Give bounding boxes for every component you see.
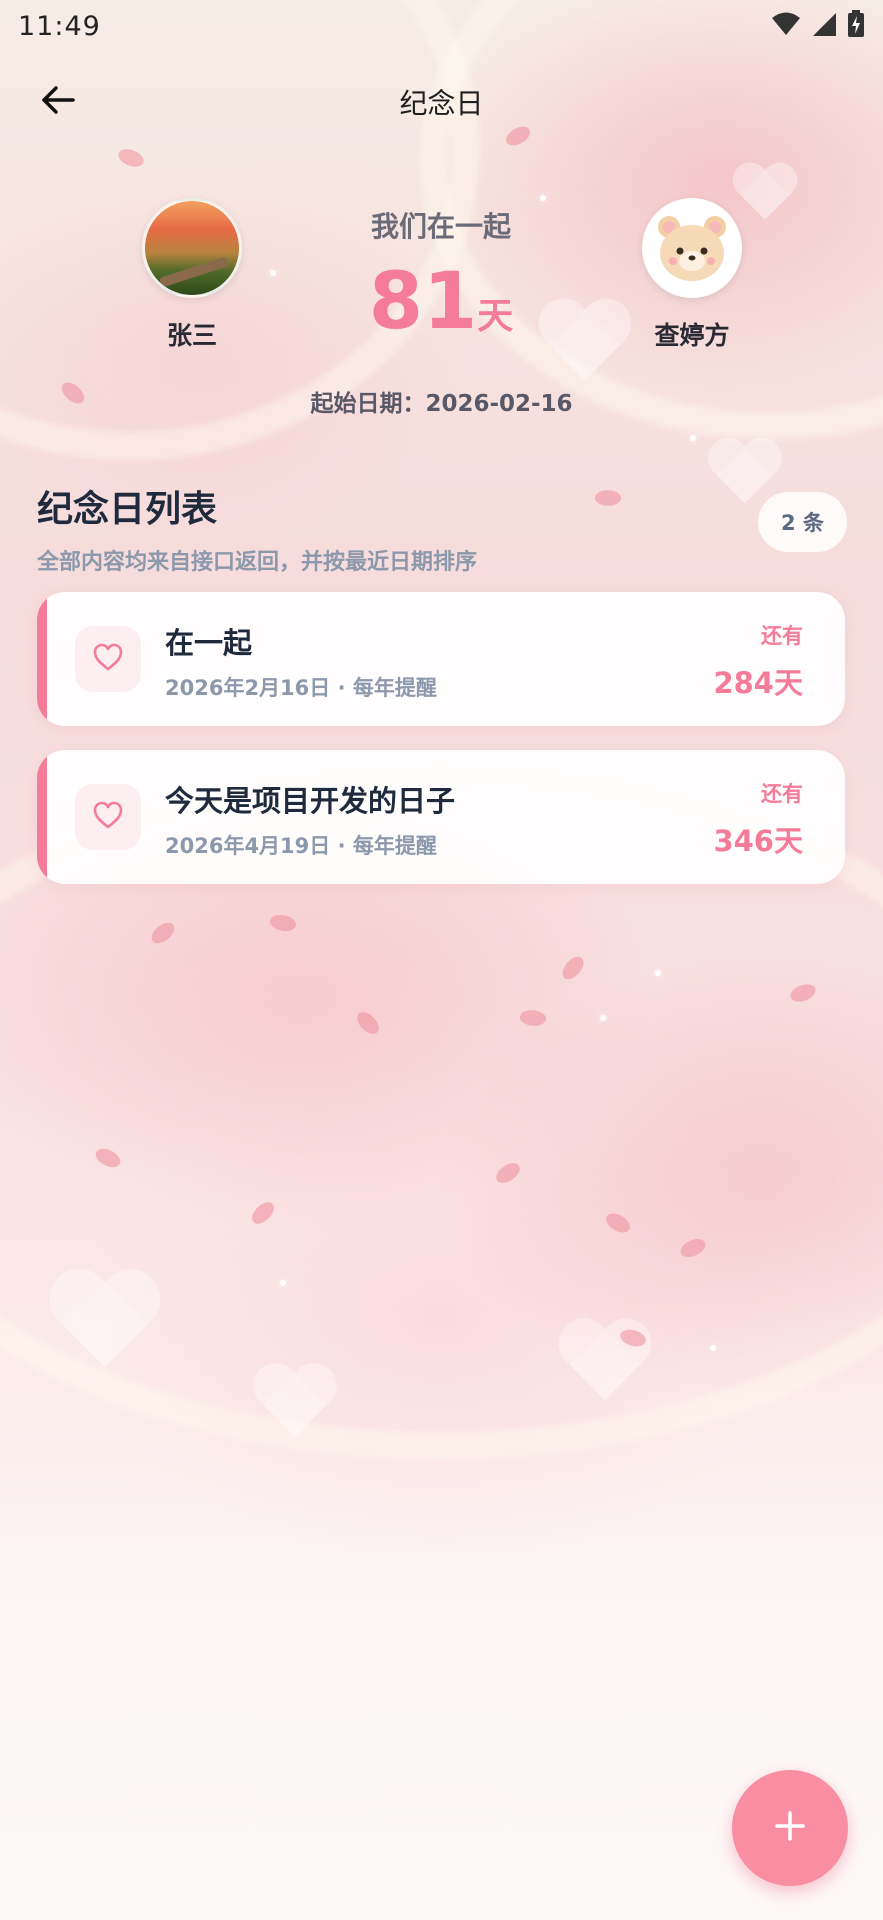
bear-avatar-icon (658, 216, 726, 281)
card-meta: 2026年4月19日 · 每年提醒 (165, 834, 437, 858)
heart-icon (93, 801, 123, 833)
card-meta: 2026年2月16日 · 每年提醒 (165, 676, 437, 700)
wifi-icon (771, 11, 801, 41)
person-left: 张三 (112, 195, 272, 352)
status-bar: 11:49 (0, 0, 883, 52)
plus-icon (772, 1808, 808, 1848)
card-remain-days: 284天 (713, 666, 803, 700)
start-date: 起始日期：2026-02-16 (310, 391, 573, 417)
person-right: 查婷方 (612, 195, 772, 352)
page-title: 纪念日 (399, 87, 484, 120)
avatar-left[interactable] (142, 198, 242, 298)
avatar-right[interactable] (642, 198, 742, 298)
list-title: 纪念日列表 (37, 489, 218, 530)
couple-summary: 张三 我们在一起 81天 查婷方 (0, 195, 883, 405)
heart-icon (93, 643, 123, 675)
days-number: 81 (368, 257, 478, 347)
signal-icon (811, 11, 837, 41)
battery-charging-icon (847, 10, 865, 42)
card-remain-label: 还有 (761, 624, 803, 648)
person-right-name: 查婷方 (654, 321, 730, 350)
card-remain-label: 还有 (761, 782, 803, 806)
card-title: 今天是项目开发的日子 (165, 784, 456, 818)
anniversary-card[interactable]: 今天是项目开发的日子 2026年4月19日 · 每年提醒 还有 346天 (37, 750, 845, 884)
card-remain-days: 346天 (713, 824, 803, 858)
count-badge: 2 条 (758, 492, 847, 552)
list-header: 纪念日列表 全部内容均来自接口返回，并按最近日期排序 2 条 (37, 480, 847, 580)
together-label: 我们在一起 (370, 210, 511, 243)
status-time: 11:49 (18, 10, 101, 42)
add-anniversary-button[interactable] (732, 1770, 848, 1886)
card-title: 在一起 (165, 626, 253, 660)
person-left-name: 张三 (166, 321, 217, 350)
app-bar: 纪念日 (0, 62, 883, 142)
days-unit: 天 (477, 296, 514, 337)
together-counter: 我们在一起 81天 (291, 195, 591, 341)
anniversary-card[interactable]: 在一起 2026年2月16日 · 每年提醒 还有 284天 (37, 592, 845, 726)
list-subtitle: 全部内容均来自接口返回，并按最近日期排序 (37, 550, 478, 575)
